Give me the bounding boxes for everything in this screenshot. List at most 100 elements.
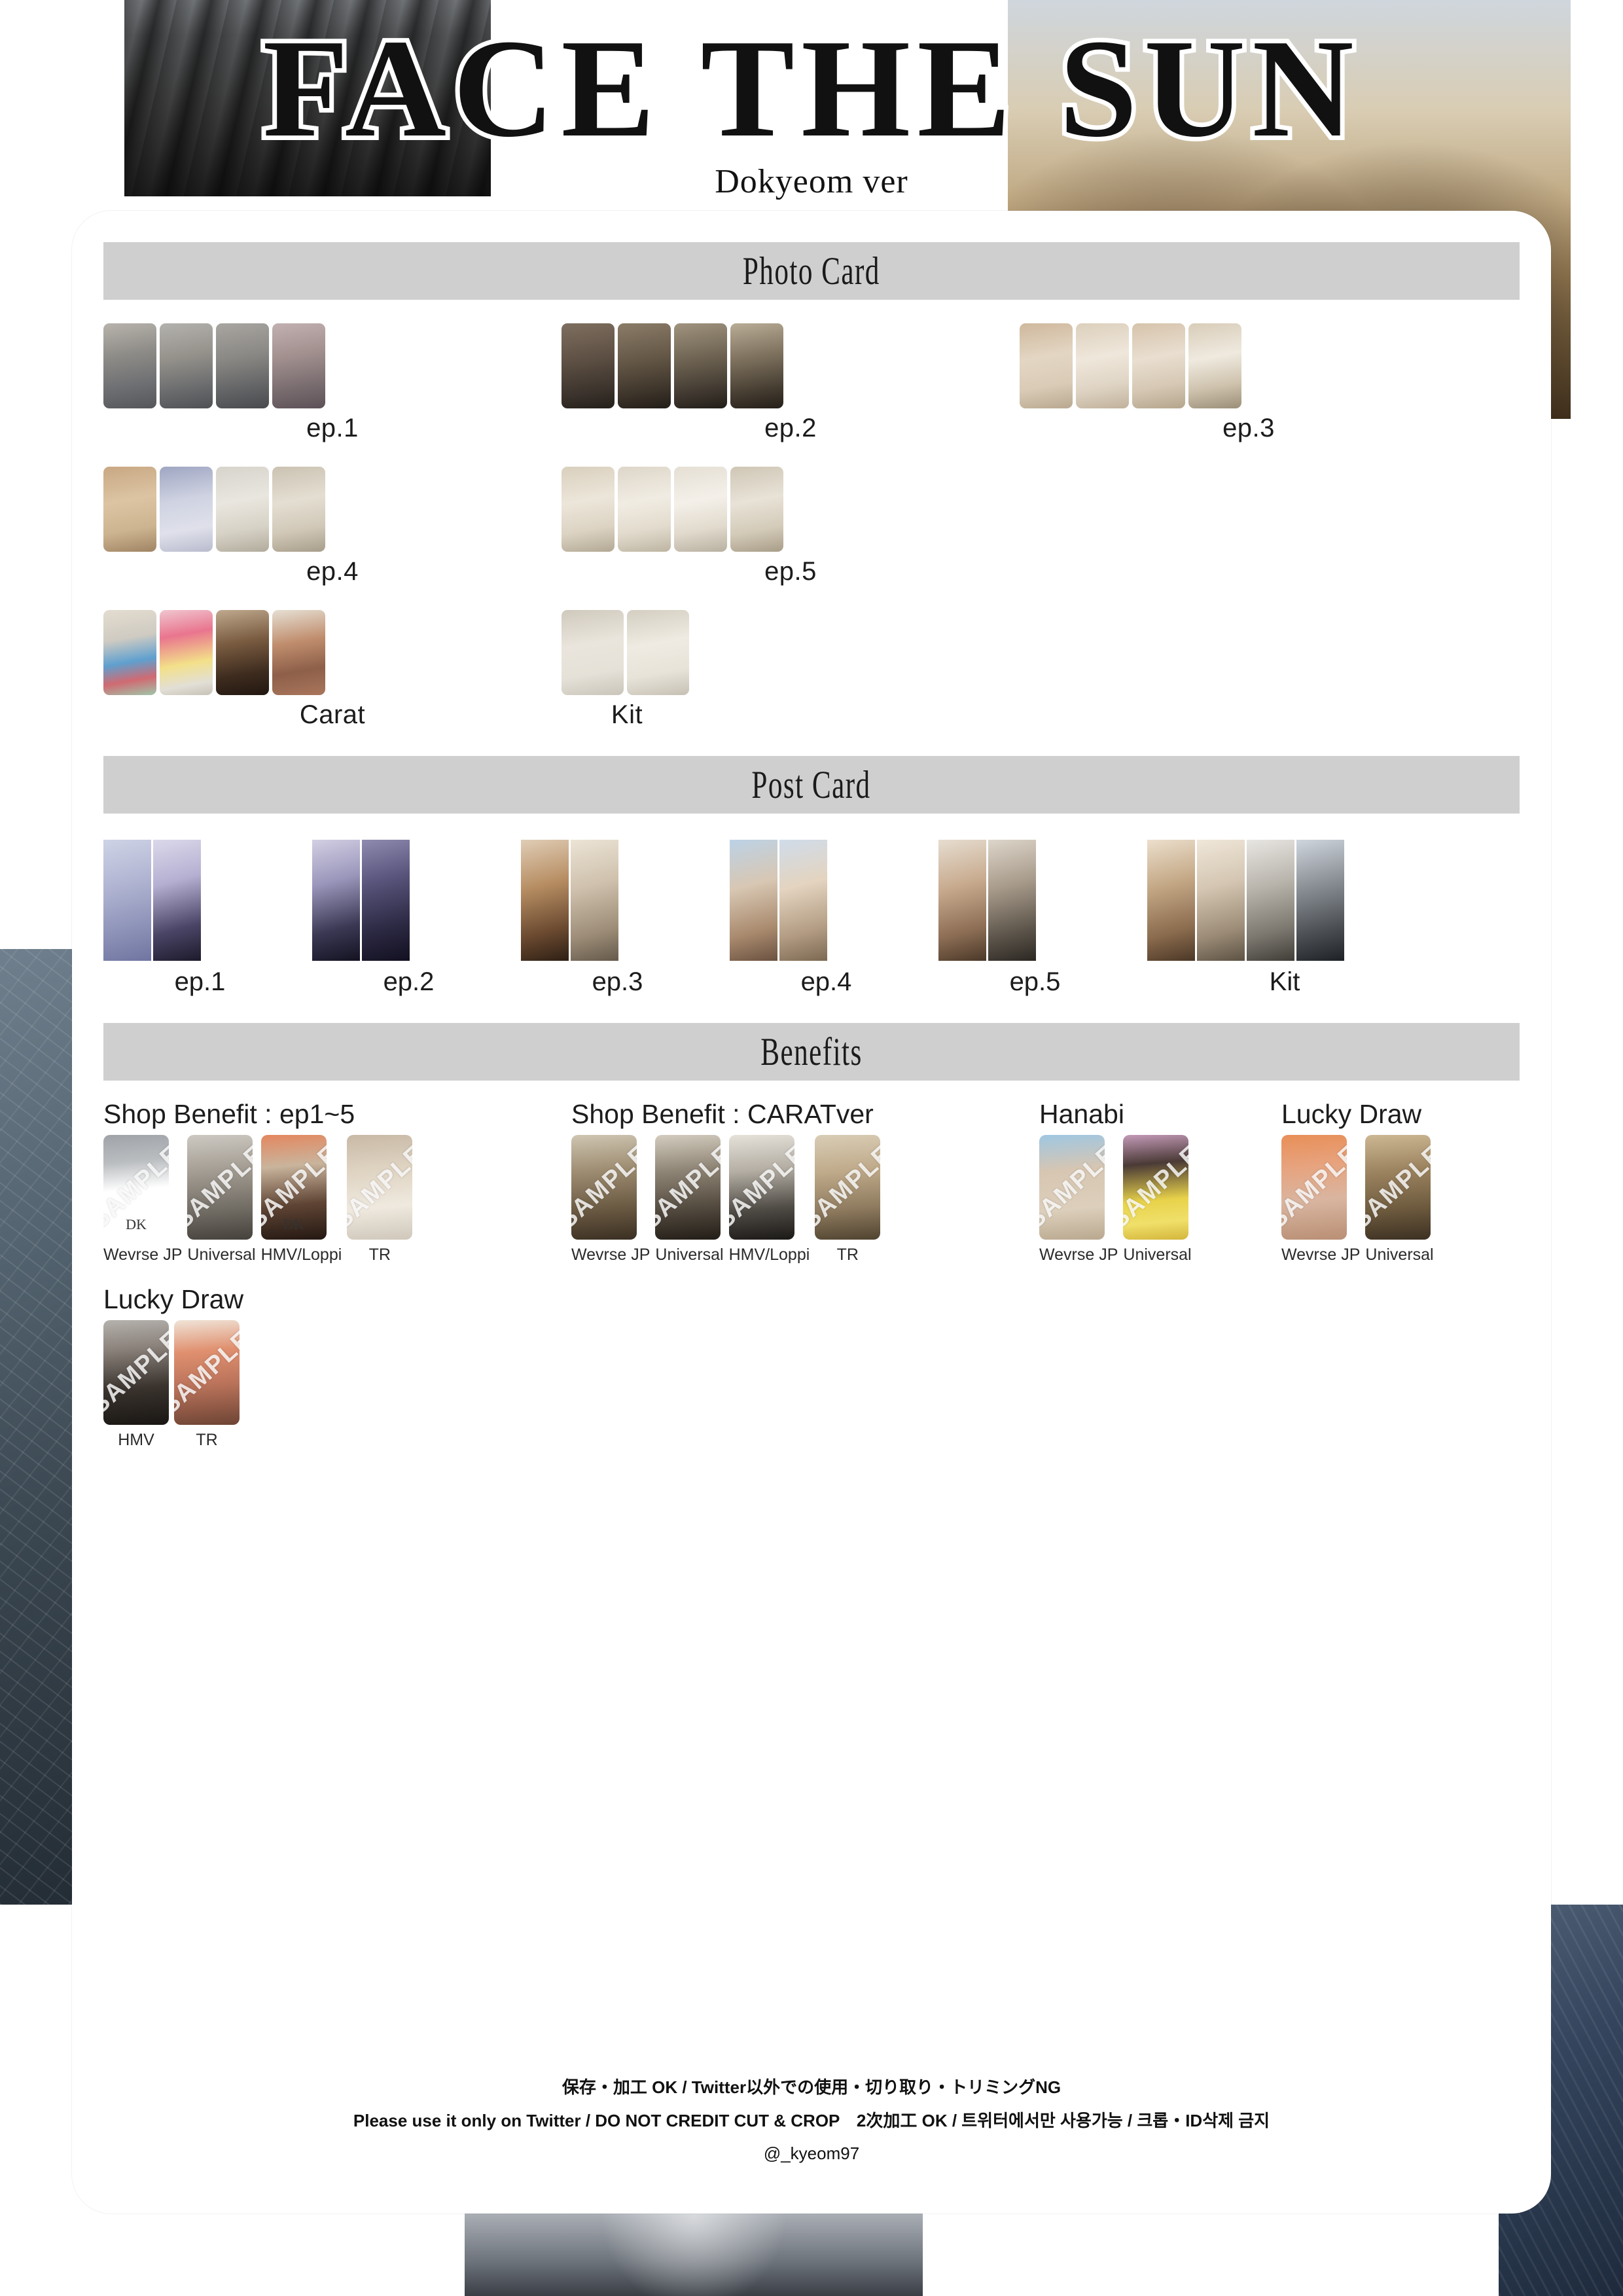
benefit-card-thumb[interactable]: SAMPLE bbox=[187, 1135, 253, 1240]
post-card-group-label: Kit bbox=[1269, 967, 1300, 996]
benefit-block-title: Shop Benefit : ep1~5 bbox=[103, 1099, 355, 1129]
benefit-block-hanabi: Hanabi SAMPLE Wevrse JP SAMPLE Universal bbox=[1039, 1099, 1281, 1265]
photo-card-thumb[interactable] bbox=[674, 467, 727, 552]
photo-card-group-carat: Carat bbox=[103, 610, 562, 730]
photo-card-row-2: ep.4 ep.5 bbox=[72, 467, 1551, 586]
post-card-thumb[interactable] bbox=[362, 840, 410, 961]
photo-card-group-label: ep.1 bbox=[306, 414, 359, 442]
photo-card-thumb[interactable] bbox=[160, 610, 213, 695]
benefit-item: SAMPLE Universal bbox=[1123, 1135, 1192, 1265]
benefit-item: SAMPLE Wevrse JP bbox=[1281, 1135, 1360, 1265]
photo-card-thumb[interactable] bbox=[1188, 323, 1241, 408]
benefit-card-thumb[interactable]: SAMPLE bbox=[728, 1135, 794, 1240]
post-card-thumb[interactable] bbox=[779, 840, 827, 961]
page-title: FACE THE SUN FACE THE SUN bbox=[0, 0, 1623, 177]
post-card-thumb[interactable] bbox=[1247, 840, 1294, 961]
photo-card-thumb[interactable] bbox=[103, 467, 156, 552]
photo-card-group-label: Kit bbox=[611, 700, 643, 729]
photo-card-group-ep1: ep.1 bbox=[103, 323, 562, 443]
photo-card-thumb[interactable] bbox=[627, 610, 689, 695]
photo-card-thumb[interactable] bbox=[103, 323, 156, 408]
photo-card-thumb[interactable] bbox=[272, 323, 325, 408]
photo-card-thumb[interactable] bbox=[562, 323, 615, 408]
photo-card-group-ep5: ep.5 bbox=[562, 467, 1020, 586]
benefit-block-title: Lucky Draw bbox=[1281, 1099, 1422, 1129]
post-card-thumb[interactable] bbox=[1197, 840, 1245, 961]
benefit-block-title: Shop Benefit : CARATver bbox=[571, 1099, 874, 1129]
photo-card-thumb[interactable] bbox=[216, 610, 269, 695]
benefit-card-thumb[interactable]: SAMPLE bbox=[347, 1135, 413, 1240]
photo-card-thumb[interactable] bbox=[562, 467, 615, 552]
photo-card-thumb[interactable] bbox=[216, 467, 269, 552]
post-card-thumb[interactable] bbox=[1296, 840, 1344, 961]
benefit-card-thumb[interactable]: SAMPLE DK bbox=[103, 1135, 169, 1240]
benefit-block-title: Lucky Draw bbox=[103, 1284, 244, 1314]
photo-card-group-label: ep.3 bbox=[1222, 414, 1275, 442]
photo-card-thumb[interactable] bbox=[730, 323, 783, 408]
photo-card-thumb[interactable] bbox=[1020, 323, 1073, 408]
post-card-thumb[interactable] bbox=[153, 840, 201, 961]
photo-card-thumb[interactable] bbox=[562, 610, 624, 695]
photo-card-thumbs bbox=[562, 467, 1020, 552]
benefit-item: SAMPLE Wevrse JP bbox=[571, 1135, 650, 1265]
benefit-card-thumb[interactable]: SAMPLE bbox=[1365, 1135, 1431, 1240]
page-subtitle: Dokyeom ver bbox=[715, 163, 908, 200]
post-card-thumb[interactable] bbox=[730, 840, 777, 961]
benefit-block-shop-ep1-5: Shop Benefit : ep1~5 SAMPLE DK Wevrse JP… bbox=[103, 1099, 571, 1265]
sample-watermark: SAMPLE bbox=[815, 1139, 881, 1235]
benefit-card-thumb[interactable]: SAMPLE bbox=[815, 1135, 881, 1240]
benefit-card-thumb[interactable]: SAMPLE bbox=[1281, 1135, 1347, 1240]
benefit-card-caption: Wevrse JP bbox=[571, 1246, 651, 1264]
photo-card-group-kit: Kit bbox=[562, 610, 1020, 730]
photo-card-thumbs bbox=[1020, 323, 1478, 408]
photo-card-thumb[interactable] bbox=[1132, 323, 1185, 408]
benefit-card-thumb[interactable]: SAMPLE bbox=[174, 1320, 240, 1425]
benefit-item: SAMPLE TR bbox=[174, 1320, 240, 1450]
photo-card-thumb[interactable] bbox=[272, 610, 325, 695]
benefit-card-thumb[interactable]: SAMPLE bbox=[571, 1135, 637, 1240]
benefit-card-thumb[interactable]: SAMPLE bbox=[1123, 1135, 1189, 1240]
post-card-group-ep4: ep.4 bbox=[730, 840, 923, 997]
benefit-card-caption: HMV bbox=[118, 1431, 154, 1449]
photo-card-thumb[interactable] bbox=[674, 323, 727, 408]
post-card-thumb[interactable] bbox=[1147, 840, 1195, 961]
post-card-thumb[interactable] bbox=[938, 840, 986, 961]
benefit-card-thumb[interactable]: SAMPLE bbox=[1039, 1135, 1105, 1240]
photo-card-group-label: Carat bbox=[299, 700, 366, 729]
post-card-thumbs bbox=[1147, 840, 1422, 961]
photo-card-thumb[interactable] bbox=[160, 467, 213, 552]
footer-handle: @_kyeom97 bbox=[763, 2144, 860, 2164]
photo-card-thumb[interactable] bbox=[730, 467, 783, 552]
post-card-thumb[interactable] bbox=[103, 840, 151, 961]
benefit-card-thumb[interactable]: SAMPLE bbox=[655, 1135, 721, 1240]
photo-card-thumb[interactable] bbox=[216, 323, 269, 408]
benefit-item: SAMPLE TR bbox=[347, 1135, 413, 1265]
photo-card-thumb[interactable] bbox=[1076, 323, 1129, 408]
benefit-card-caption: Universal bbox=[1365, 1246, 1434, 1264]
benefit-item: SAMPLE DK HMV/Loppi bbox=[260, 1135, 342, 1265]
post-card-thumb[interactable] bbox=[988, 840, 1036, 961]
post-card-group-label: ep.3 bbox=[592, 967, 643, 996]
benefit-card-caption: HMV/Loppi bbox=[728, 1246, 810, 1264]
photo-card-thumb[interactable] bbox=[272, 467, 325, 552]
photo-card-thumb[interactable] bbox=[618, 467, 671, 552]
header: FACE THE SUN FACE THE SUN Dokyeom ver bbox=[0, 0, 1623, 203]
photo-card-group-ep3: ep.3 bbox=[1020, 323, 1478, 443]
benefit-card-thumb[interactable]: SAMPLE bbox=[103, 1320, 169, 1425]
benefit-card-thumb[interactable]: SAMPLE DK bbox=[260, 1135, 327, 1240]
post-card-group-ep2: ep.2 bbox=[312, 840, 505, 997]
post-card-thumb[interactable] bbox=[521, 840, 569, 961]
benefit-block-lucky-draw-2: Lucky Draw SAMPLE HMV SAMPLE TR bbox=[103, 1284, 346, 1450]
post-card-thumb[interactable] bbox=[312, 840, 360, 961]
photo-card-thumb[interactable] bbox=[103, 610, 156, 695]
post-card-group-ep5: ep.5 bbox=[938, 840, 1132, 997]
benefit-card-caption: Wevrse JP bbox=[103, 1246, 183, 1264]
sample-watermark: SAMPLE bbox=[571, 1139, 637, 1235]
photo-card-group-label: ep.4 bbox=[306, 557, 359, 586]
post-card-thumb[interactable] bbox=[571, 840, 618, 961]
photo-card-thumbs bbox=[562, 323, 1020, 408]
benefit-item: SAMPLE TR bbox=[815, 1135, 881, 1265]
photo-card-thumb[interactable] bbox=[160, 323, 213, 408]
post-card-group-label: ep.4 bbox=[800, 967, 852, 996]
photo-card-thumb[interactable] bbox=[618, 323, 671, 408]
